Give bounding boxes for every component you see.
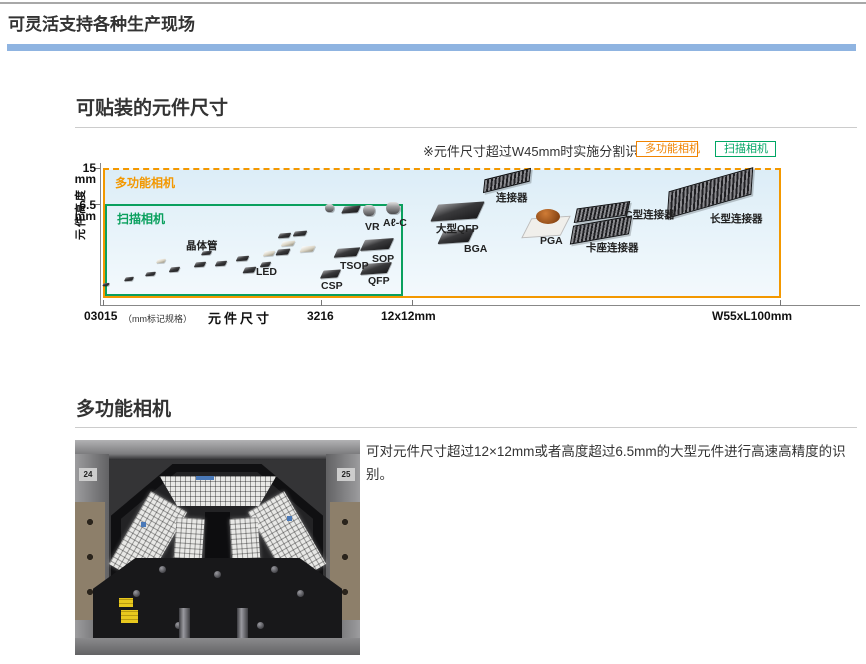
section-title-mountable: 可贴装的元件尺寸 — [76, 93, 228, 120]
bolt — [214, 571, 221, 578]
component-glyph — [325, 204, 334, 212]
component-label: LED — [256, 266, 277, 278]
scan-camera-region-label: 扫描相机 — [117, 210, 165, 227]
split-recognition-note: ※元件尺寸超过W45mm时实施分割识别 — [423, 141, 628, 160]
component-label: CSP — [321, 280, 343, 292]
bolt — [257, 622, 264, 629]
camera-photo: 24 25 — [75, 440, 360, 655]
component-glyph — [363, 205, 375, 216]
x-tick-3216 — [321, 300, 322, 306]
camera-description: 可对元件尺寸超过12×12mm或者高度超过6.5mm的大型元件进行高速高精度的识… — [366, 441, 850, 487]
x-tick-label-03015: 03015 — [84, 309, 117, 323]
page-title: 可灵活支持各种生产现场 — [8, 10, 195, 35]
x-tick-label-3216: 3216 — [307, 309, 334, 323]
x-tick-label-12x12mm: 12x12mm — [381, 309, 436, 323]
blue-marker — [196, 476, 214, 480]
bolt — [159, 566, 166, 573]
component-label: PGA — [540, 235, 563, 247]
x-axis-title: 元件尺寸 — [208, 308, 272, 327]
accent-bar — [7, 44, 856, 51]
blue-marker — [287, 516, 292, 521]
x-axis-origin-note: （mm标记规格） — [123, 312, 192, 325]
top-divider — [0, 2, 866, 4]
legend-badge-scan-camera: 扫描相机 — [715, 141, 776, 157]
x-tick-origin — [103, 300, 104, 306]
slot-label-25: 25 — [337, 468, 355, 481]
bolt — [133, 590, 140, 597]
warning-label — [121, 610, 138, 623]
x-tick-label-w55xl100mm: W55xL100mm — [712, 309, 792, 323]
component-label: Aℓ-C — [383, 217, 407, 229]
section-divider — [75, 127, 857, 128]
standoff — [179, 608, 190, 638]
component-label: 卡座连接器 — [586, 240, 639, 255]
component-label: 长型连接器 — [710, 211, 763, 226]
component-label: QFP — [368, 275, 390, 287]
x-axis — [100, 305, 860, 306]
component-label: C型连接器 — [625, 207, 675, 222]
multi-camera-region-label: 多功能相机 — [115, 174, 175, 191]
machine-top-rail — [75, 440, 360, 460]
component-glyph — [386, 202, 400, 214]
blue-marker — [141, 522, 146, 527]
component-label: SOP — [372, 253, 394, 265]
standoff — [237, 608, 248, 638]
x-tick-w55 — [780, 300, 781, 306]
component-label: 晶体管 — [186, 238, 218, 253]
component-label: TSOP — [340, 260, 369, 272]
legend-badge-multi-camera: 多功能相机 — [636, 141, 698, 157]
bolt — [297, 590, 304, 597]
warning-label — [119, 598, 133, 607]
component-label: 连接器 — [496, 190, 528, 205]
machine-base — [75, 638, 360, 655]
component-label: VR — [365, 221, 380, 233]
component-glyph — [536, 209, 560, 224]
component-label: BGA — [464, 243, 487, 255]
component-label: 大型QFP — [436, 221, 479, 236]
y-axis-title: 元件高度 — [72, 150, 88, 240]
slot-label-24: 24 — [79, 468, 97, 481]
section-title-camera: 多功能相机 — [76, 394, 171, 421]
x-tick-12x12 — [412, 300, 413, 306]
bolt — [271, 566, 278, 573]
section-divider — [75, 427, 857, 428]
y-axis — [100, 163, 101, 305]
